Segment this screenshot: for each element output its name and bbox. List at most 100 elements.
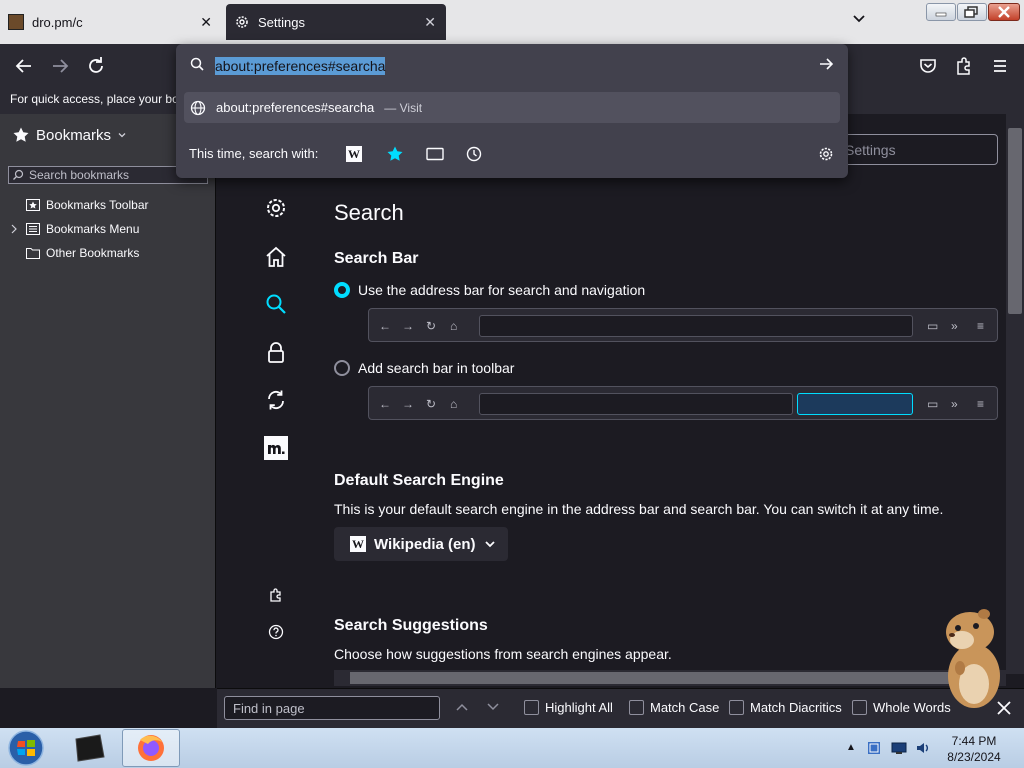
taskbar-clock[interactable]: 7:44 PM 8/23/2024 <box>934 733 1014 765</box>
tab-settings[interactable]: Settings ✕ <box>226 4 446 40</box>
overflow-icon: » <box>951 319 958 333</box>
bookmarks-star-icon[interactable] <box>386 145 404 163</box>
search-settings-gear-icon[interactable] <box>818 146 834 162</box>
clock-date: 8/23/2024 <box>947 750 1001 764</box>
reload-icon: ↻ <box>426 319 437 333</box>
tabs-search-icon[interactable] <box>426 147 444 161</box>
back-arrow-icon: ← <box>379 319 391 333</box>
list-all-tabs-chevron-icon[interactable] <box>852 12 866 26</box>
star-icon <box>12 126 30 144</box>
chevron-right-icon[interactable] <box>10 224 18 234</box>
one-off-search-label: This time, search with: <box>189 146 319 161</box>
folder-icon <box>26 247 40 259</box>
show-hidden-icons-chevron-icon[interactable]: ▲ <box>846 742 856 753</box>
search-icon <box>12 169 24 181</box>
tab-close-icon[interactable]: ✕ <box>200 14 212 31</box>
forward-arrow-icon: → <box>402 397 414 411</box>
category-sync-icon[interactable] <box>264 388 288 412</box>
tab-title: dro.pm/c <box>32 14 83 30</box>
checkbox-box[interactable] <box>629 700 644 715</box>
minimize-button[interactable] <box>926 3 956 21</box>
extensions-themes-icon[interactable] <box>268 586 286 604</box>
suggestion-url: about:preferences#searcha <box>216 100 375 115</box>
taskbar-firefox-button[interactable] <box>122 729 180 767</box>
radio-add-search-bar[interactable]: Add search bar in toolbar <box>334 360 514 376</box>
tab-dro-pm[interactable]: dro.pm/c ✕ <box>0 4 222 40</box>
category-search-icon[interactable] <box>264 292 288 316</box>
search-bar-heading: Search Bar <box>334 250 419 267</box>
checkbox-box[interactable] <box>524 700 539 715</box>
tray-network-icon[interactable] <box>890 740 908 756</box>
category-privacy-lock-icon[interactable] <box>264 340 288 364</box>
back-button[interactable] <box>12 54 36 78</box>
home-icon: ⌂ <box>450 397 458 411</box>
sidebar-icon: ▭ <box>927 397 939 411</box>
category-home-icon[interactable] <box>264 245 288 269</box>
tray-volume-icon[interactable] <box>914 740 932 756</box>
sidebar-icon: ▭ <box>927 319 939 333</box>
overflow-icon: » <box>951 397 958 411</box>
category-general-gear-icon[interactable] <box>264 196 288 220</box>
wikipedia-search-engine-button[interactable]: W <box>346 146 362 162</box>
reload-button[interactable] <box>84 54 108 78</box>
default-engine-dropdown[interactable]: W Wikipedia (en) <box>334 527 508 561</box>
horizontal-scrollbar-thumb[interactable] <box>350 672 960 684</box>
tab-close-icon[interactable]: ✕ <box>424 14 436 31</box>
preview-searchbar <box>797 393 913 415</box>
close-window-button[interactable] <box>988 3 1020 21</box>
address-bar-preview: ← → ↻ ⌂ ▭ » ≡ <box>368 308 998 342</box>
find-previous-chevron-up-icon[interactable] <box>455 702 469 712</box>
bookmarks-toolbar-icon <box>26 199 40 211</box>
checkbox-box[interactable] <box>729 700 744 715</box>
tray-flag-icon[interactable] <box>866 740 882 756</box>
find-in-settings-placeholder: Settings <box>845 142 896 158</box>
forward-button[interactable] <box>48 54 72 78</box>
start-button[interactable] <box>6 729 46 767</box>
sidebar-item-bookmarks-menu[interactable]: Bookmarks Menu <box>26 222 139 236</box>
radio-unselected-indicator[interactable] <box>334 360 350 376</box>
extensions-icon[interactable] <box>952 54 976 78</box>
sidebar-item-label: Other Bookmarks <box>46 246 140 260</box>
firefox-icon <box>138 735 164 761</box>
sidebar-item-other-bookmarks[interactable]: Other Bookmarks <box>26 246 139 260</box>
page-title: Search <box>334 200 404 225</box>
find-in-page-input[interactable]: Find in page <box>224 696 440 720</box>
preview-urlbar <box>479 393 793 415</box>
engine-name: Wikipedia (en) <box>374 535 476 553</box>
help-icon[interactable] <box>268 624 284 640</box>
find-next-chevron-down-icon[interactable] <box>486 702 500 712</box>
urlbar-input[interactable]: about:preferences#searcha <box>215 57 386 75</box>
taskbar-app-icon[interactable] <box>70 731 108 765</box>
restore-button[interactable] <box>957 3 987 21</box>
home-icon: ⌂ <box>450 319 458 333</box>
checkbox-label: Highlight All <box>545 700 613 715</box>
checkbox-label: Match Diacritics <box>750 700 842 715</box>
search-bar-preview: ← → ↻ ⌂ ▭ » ≡ <box>368 386 998 420</box>
sidebar-item-bookmarks-toolbar[interactable]: Bookmarks Toolbar <box>26 198 149 212</box>
go-arrow-icon[interactable] <box>818 56 834 72</box>
default-engine-description: This is your default search engine in th… <box>334 501 944 517</box>
whole-words-checkbox[interactable]: Whole Words <box>852 700 951 715</box>
match-case-checkbox[interactable]: Match Case <box>629 700 719 715</box>
radio-use-address-bar[interactable]: Use the address bar for search and navig… <box>334 282 645 298</box>
category-mozilla-icon[interactable] <box>264 436 288 460</box>
checkbox-box[interactable] <box>852 700 867 715</box>
bookmarks-menu-icon <box>26 223 40 235</box>
app-menu-icon[interactable] <box>988 54 1012 78</box>
find-in-settings-input[interactable]: Settings <box>832 134 998 165</box>
pocket-icon[interactable] <box>916 54 940 78</box>
history-clock-icon[interactable] <box>466 146 482 162</box>
vertical-scrollbar-thumb[interactable] <box>1008 128 1022 314</box>
radio-selected-indicator[interactable] <box>334 282 350 298</box>
sidebar-switcher[interactable]: Bookmarks <box>12 126 127 144</box>
find-in-page-placeholder: Find in page <box>233 701 305 716</box>
urlbar-suggestion-row[interactable]: about:preferences#searcha — Visit <box>184 92 840 123</box>
desktop-pet-hamster-image <box>940 604 1006 710</box>
checkbox-label: Match Case <box>650 700 720 715</box>
match-diacritics-checkbox[interactable]: Match Diacritics <box>729 700 842 715</box>
highlight-all-checkbox[interactable]: Highlight All <box>524 700 613 715</box>
radio-label: Use the address bar for search and navig… <box>358 282 646 298</box>
radio-label: Add search bar in toolbar <box>358 360 515 376</box>
sidebar-item-label: Bookmarks Toolbar <box>46 198 149 212</box>
sidebar-title: Bookmarks <box>36 126 112 144</box>
